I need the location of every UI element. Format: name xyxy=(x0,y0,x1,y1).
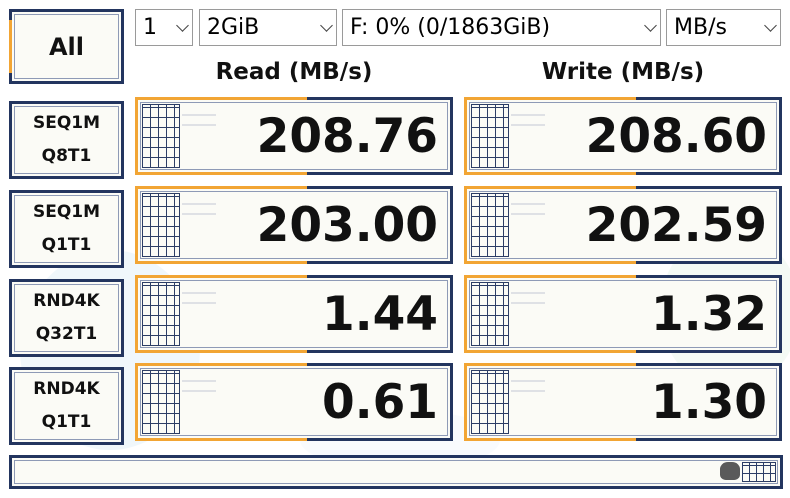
write-result-1: 208.60 xyxy=(464,97,782,175)
write-value: 202.59 xyxy=(585,197,767,253)
shoji-lattice-icon xyxy=(471,282,509,346)
mist-decoration xyxy=(511,292,545,304)
drive-value: F: 0% (0/1863GiB) xyxy=(350,15,551,40)
drive-select[interactable]: F: 0% (0/1863GiB) xyxy=(342,9,661,46)
mist-decoration xyxy=(511,114,545,126)
test-name: SEQ1M xyxy=(32,202,101,222)
test-name: SEQ1M xyxy=(32,113,101,133)
write-value: 208.60 xyxy=(585,108,767,164)
test-button-4[interactable]: RND4K Q1T1 xyxy=(9,367,124,445)
test-size-value: 2GiB xyxy=(207,15,260,40)
shoji-lattice-icon xyxy=(142,104,180,168)
test-size-select[interactable]: 2GiB xyxy=(199,9,337,46)
all-button[interactable]: All xyxy=(9,9,124,84)
test-name: RND4K xyxy=(33,291,100,311)
read-result-1: 208.76 xyxy=(135,97,453,175)
progress-bar xyxy=(9,455,783,489)
read-header: Read (MB/s) xyxy=(215,59,373,85)
read-value: 0.61 xyxy=(322,374,438,430)
accent-stripe xyxy=(9,20,12,73)
mist-decoration xyxy=(511,380,545,392)
mist-decoration xyxy=(182,380,216,392)
mist-decoration xyxy=(511,203,545,215)
test-name: RND4K xyxy=(33,379,100,399)
read-value: 1.44 xyxy=(322,286,438,342)
chevron-down-icon xyxy=(764,19,777,32)
test-params: Q8T1 xyxy=(41,146,92,166)
test-params: Q1T1 xyxy=(41,235,92,255)
mist-decoration xyxy=(182,114,216,126)
shoji-lattice-icon xyxy=(742,462,776,482)
mist-decoration xyxy=(182,203,216,215)
test-count-select[interactable]: 1 xyxy=(135,9,193,46)
write-result-3: 1.32 xyxy=(464,275,782,353)
read-result-2: 203.00 xyxy=(135,186,453,264)
write-result-4: 1.30 xyxy=(464,363,782,441)
write-result-2: 202.59 xyxy=(464,186,782,264)
mist-decoration xyxy=(182,292,216,304)
chevron-down-icon xyxy=(176,19,189,32)
unit-value: MB/s xyxy=(674,15,727,40)
test-count-value: 1 xyxy=(143,15,157,40)
write-value: 1.32 xyxy=(651,286,767,342)
shoji-lattice-icon xyxy=(471,370,509,434)
shoji-lattice-icon xyxy=(142,282,180,346)
read-result-4: 0.61 xyxy=(135,363,453,441)
shoji-lattice-icon xyxy=(471,193,509,257)
write-value: 1.30 xyxy=(651,374,767,430)
read-value: 208.76 xyxy=(256,108,438,164)
read-value: 203.00 xyxy=(256,197,438,253)
test-button-3[interactable]: RND4K Q32T1 xyxy=(9,279,124,357)
all-button-label: All xyxy=(48,32,85,61)
read-result-3: 1.44 xyxy=(135,275,453,353)
shoji-lattice-icon xyxy=(142,193,180,257)
mascot-icon xyxy=(720,462,740,480)
test-params: Q1T1 xyxy=(41,412,92,432)
unit-select[interactable]: MB/s xyxy=(666,9,781,46)
write-header: Write (MB/s) xyxy=(541,59,705,85)
chevron-down-icon xyxy=(644,19,657,32)
test-button-2[interactable]: SEQ1M Q1T1 xyxy=(9,190,124,268)
test-button-1[interactable]: SEQ1M Q8T1 xyxy=(9,101,124,179)
shoji-lattice-icon xyxy=(142,370,180,434)
chevron-down-icon xyxy=(320,19,333,32)
test-params: Q32T1 xyxy=(35,324,98,344)
shoji-lattice-icon xyxy=(471,104,509,168)
